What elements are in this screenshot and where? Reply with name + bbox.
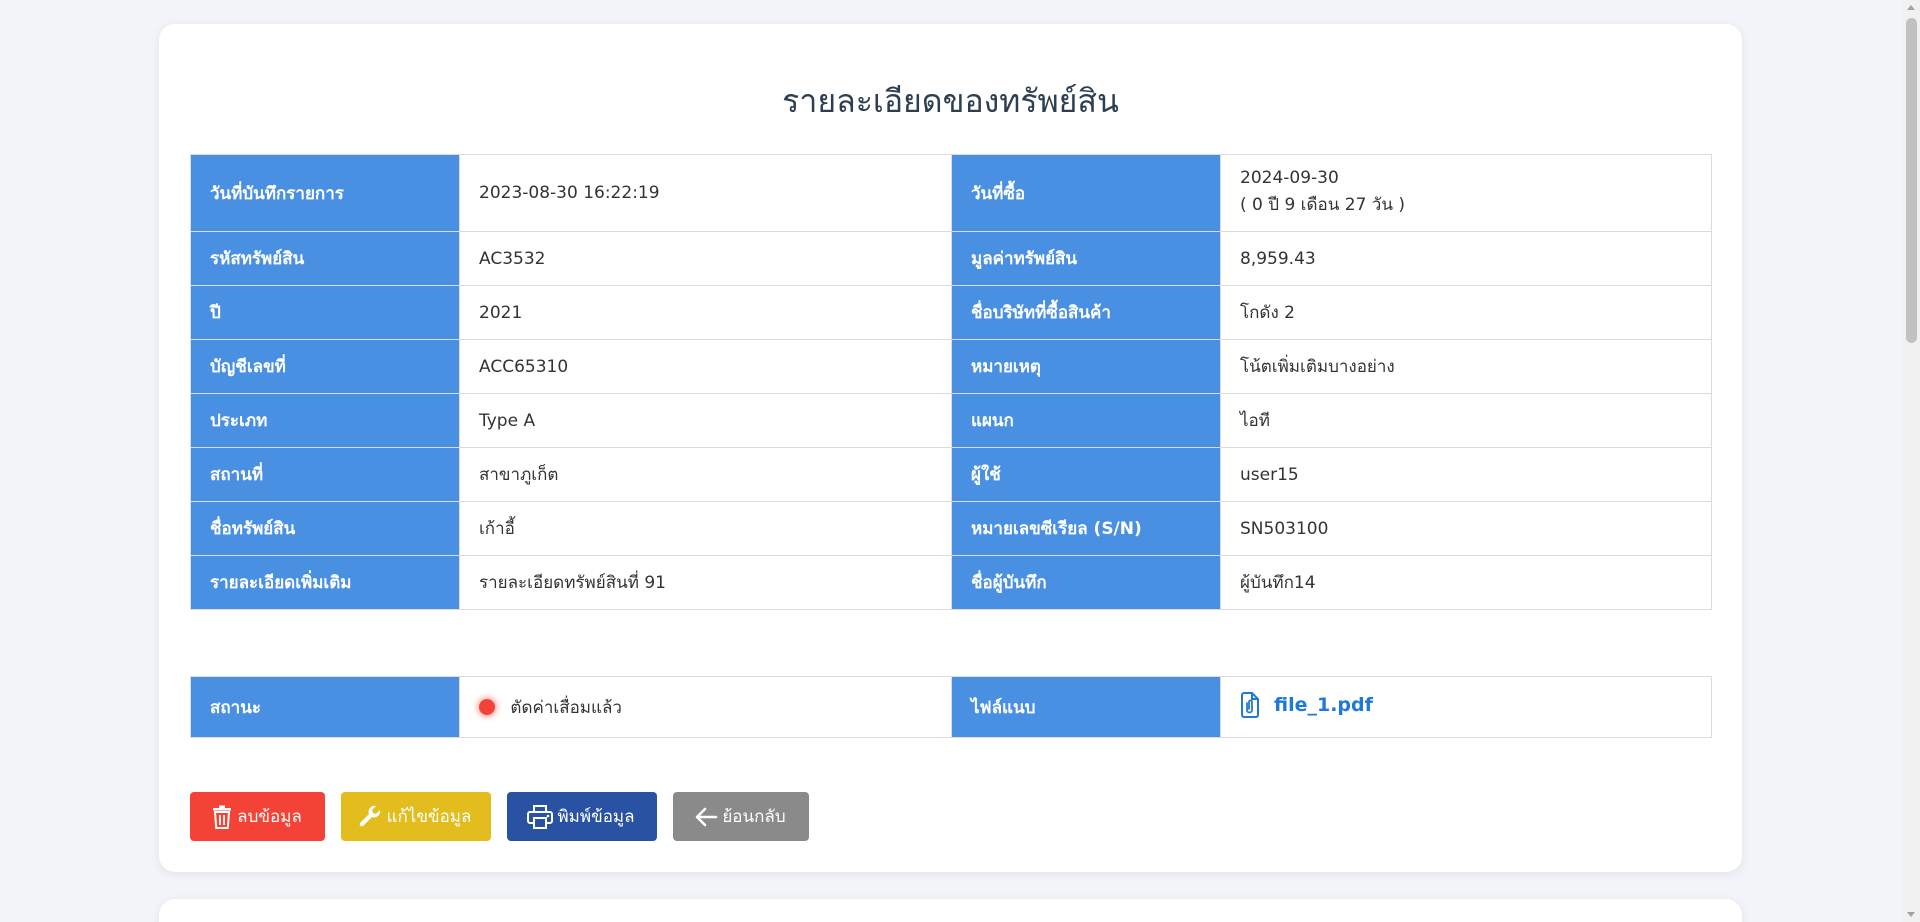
table-row: ชื่อทรัพย์สิน เก้าอี้ หมายเลขซีเรียล (S/… <box>190 501 1712 556</box>
department-label: แผนก <box>951 393 1221 448</box>
account-number-label: บัญชีเลขที่ <box>190 339 460 394</box>
location-value: สาขาภูเก็ต <box>459 447 952 502</box>
table-row: สถานะ ตัดค่าเสื่อมแล้ว ไฟล์แนบ file_1.pd… <box>190 676 1712 738</box>
year-label: ปี <box>190 285 460 340</box>
scroll-down-icon[interactable] <box>1907 912 1915 917</box>
asset-value-value: 8,959.43 <box>1220 231 1712 286</box>
account-number-value: ACC65310 <box>459 339 952 394</box>
scrollbar-thumb[interactable] <box>1906 18 1917 343</box>
page-title: รายละเอียดของทรัพย์สิน <box>782 82 1119 120</box>
purchase-date-label: วันที่ซื้อ <box>951 154 1221 232</box>
delete-button[interactable]: ลบข้อมูล <box>190 792 325 841</box>
record-date-label: วันที่บันทึกรายการ <box>190 154 460 232</box>
edit-button[interactable]: แก้ไขข้อมูล <box>341 792 491 841</box>
user-value: user15 <box>1220 447 1712 502</box>
table-row: วันที่บันทึกรายการ 2023-08-30 16:22:19 ว… <box>190 154 1712 232</box>
note-label: หมายเหตุ <box>951 339 1221 394</box>
secondary-card <box>159 899 1742 922</box>
supplier-label: ชื่อบริษัทที่ซื้อสินค้า <box>951 285 1221 340</box>
asset-detail-card: รายละเอียดของทรัพย์สิน วันที่บันทึกรายกา… <box>159 24 1742 872</box>
record-date-value: 2023-08-30 16:22:19 <box>459 154 952 232</box>
type-label: ประเภท <box>190 393 460 448</box>
asset-code-label: รหัสทรัพย์สิน <box>190 231 460 286</box>
type-value: Type A <box>459 393 952 448</box>
back-button-label: ย้อนกลับ <box>722 807 786 827</box>
paperclip-file-icon <box>1241 691 1259 718</box>
scroll-up-icon[interactable] <box>1907 5 1915 10</box>
status-indicator-icon <box>479 699 495 715</box>
print-button-label: พิมพ์ข้อมูล <box>557 807 635 827</box>
serial-number-label: หมายเลขซีเรียล (S/N) <box>951 501 1221 556</box>
status-label: สถานะ <box>190 676 460 738</box>
user-label: ผู้ใช้ <box>951 447 1221 502</box>
printer-icon <box>527 804 554 829</box>
note-value: โน้ตเพิ่มเติมบางอย่าง <box>1220 339 1712 394</box>
wrench-icon <box>359 805 380 826</box>
action-buttons: ลบข้อมูล แก้ไขข้อมูล พิมพ์ข้อมูล ย้อนกลั… <box>190 792 809 841</box>
table-row: ปี 2021 ชื่อบริษัทที่ซื้อสินค้า โกดัง 2 <box>190 285 1712 340</box>
purchase-date-value: 2024-09-30 <box>1240 168 1339 188</box>
extra-details-label: รายละเอียดเพิ่มเติม <box>190 555 460 610</box>
table-row: รหัสทรัพย์สิน AC3532 มูลค่าทรัพย์สิน 8,9… <box>190 231 1712 286</box>
asset-name-label: ชื่อทรัพย์สิน <box>190 501 460 556</box>
table-row: รายละเอียดเพิ่มเติม รายละเอียดทรัพย์สินท… <box>190 555 1712 610</box>
status-cell: ตัดค่าเสื่อมแล้ว <box>459 676 952 738</box>
attachment-link[interactable]: file_1.pdf <box>1240 691 1373 718</box>
edit-button-label: แก้ไขข้อมูล <box>386 807 472 827</box>
arrow-left-icon <box>696 807 718 826</box>
purchase-date-cell: 2024-09-30 ( 0 ปี 9 เดือน 27 วัน ) <box>1220 154 1712 232</box>
asset-name-value: เก้าอี้ <box>459 501 952 556</box>
asset-code-value: AC3532 <box>459 231 952 286</box>
table-row: ประเภท Type A แผนก ไอที <box>190 393 1712 448</box>
asset-age-value: ( 0 ปี 9 เดือน 27 วัน ) <box>1240 195 1405 215</box>
attachment-file-name: file_1.pdf <box>1274 693 1373 716</box>
asset-value-label: มูลค่าทรัพย์สิน <box>951 231 1221 286</box>
attachment-cell: file_1.pdf <box>1220 676 1712 738</box>
trash-icon <box>213 805 232 829</box>
table-row: บัญชีเลขที่ ACC65310 หมายเหตุ โน้ตเพิ่มเ… <box>190 339 1712 394</box>
status-value: ตัดค่าเสื่อมแล้ว <box>510 697 622 718</box>
recorder-name-value: ผู้บันทึก14 <box>1220 555 1712 610</box>
location-label: สถานที่ <box>190 447 460 502</box>
recorder-name-label: ชื่อผู้บันทึก <box>951 555 1221 610</box>
supplier-value: โกดัง 2 <box>1220 285 1712 340</box>
year-value: 2021 <box>459 285 952 340</box>
print-button[interactable]: พิมพ์ข้อมูล <box>507 792 657 841</box>
status-table: สถานะ ตัดค่าเสื่อมแล้ว ไฟล์แนบ file_1.pd… <box>190 676 1712 738</box>
serial-number-value: SN503100 <box>1220 501 1712 556</box>
department-value: ไอที <box>1220 393 1712 448</box>
extra-details-value: รายละเอียดทรัพย์สินที่ 91 <box>459 555 952 610</box>
page-scrollbar[interactable] <box>1903 0 1920 922</box>
attachment-label: ไฟล์แนบ <box>951 676 1221 738</box>
back-button[interactable]: ย้อนกลับ <box>673 792 809 841</box>
delete-button-label: ลบข้อมูล <box>237 807 302 827</box>
asset-detail-table: วันที่บันทึกรายการ 2023-08-30 16:22:19 ว… <box>190 154 1712 610</box>
table-row: สถานที่ สาขาภูเก็ต ผู้ใช้ user15 <box>190 447 1712 502</box>
